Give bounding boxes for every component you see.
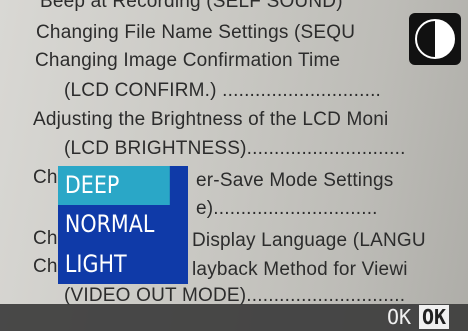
ok-button[interactable]: OK [419, 305, 450, 329]
bg-text-line: Changing File Name Settings (SEQU [36, 22, 356, 43]
bg-text-line: Changing Image Confirmation Time [35, 50, 341, 71]
bottom-bar: OK OK [0, 304, 468, 331]
ok-label: OK [387, 305, 412, 329]
menu-item-normal[interactable]: NORMAL [58, 205, 170, 244]
bg-text-line: (LCD BRIGHTNESS)........................… [64, 138, 406, 159]
bg-text-line: Ch [33, 228, 58, 249]
bg-text-line: Beep at Recording (SELF SOUND) [40, 0, 343, 12]
contrast-icon [409, 13, 461, 65]
bg-text-line: Adjusting the Brightness of the LCD Moni [33, 109, 389, 130]
bg-text-line: Display Language (LANGU [192, 230, 426, 251]
bg-text-line: e).............................. [196, 198, 378, 219]
bg-text-line: Ch [33, 167, 58, 188]
brightness-menu: DEEP NORMAL LIGHT [58, 166, 188, 284]
bg-text-line: Ch [33, 256, 58, 277]
menu-item-deep[interactable]: DEEP [58, 166, 170, 205]
menu-item-light[interactable]: LIGHT [58, 245, 170, 284]
bg-text-line: (LCD CONFIRM.) .........................… [64, 80, 382, 101]
bg-text-line: er-Save Mode Settings [196, 170, 394, 191]
camera-lcd-screen: Beep at Recording (SELF SOUND) Changing … [0, 0, 468, 331]
bg-text-line: layback Method for Viewi [192, 259, 408, 280]
